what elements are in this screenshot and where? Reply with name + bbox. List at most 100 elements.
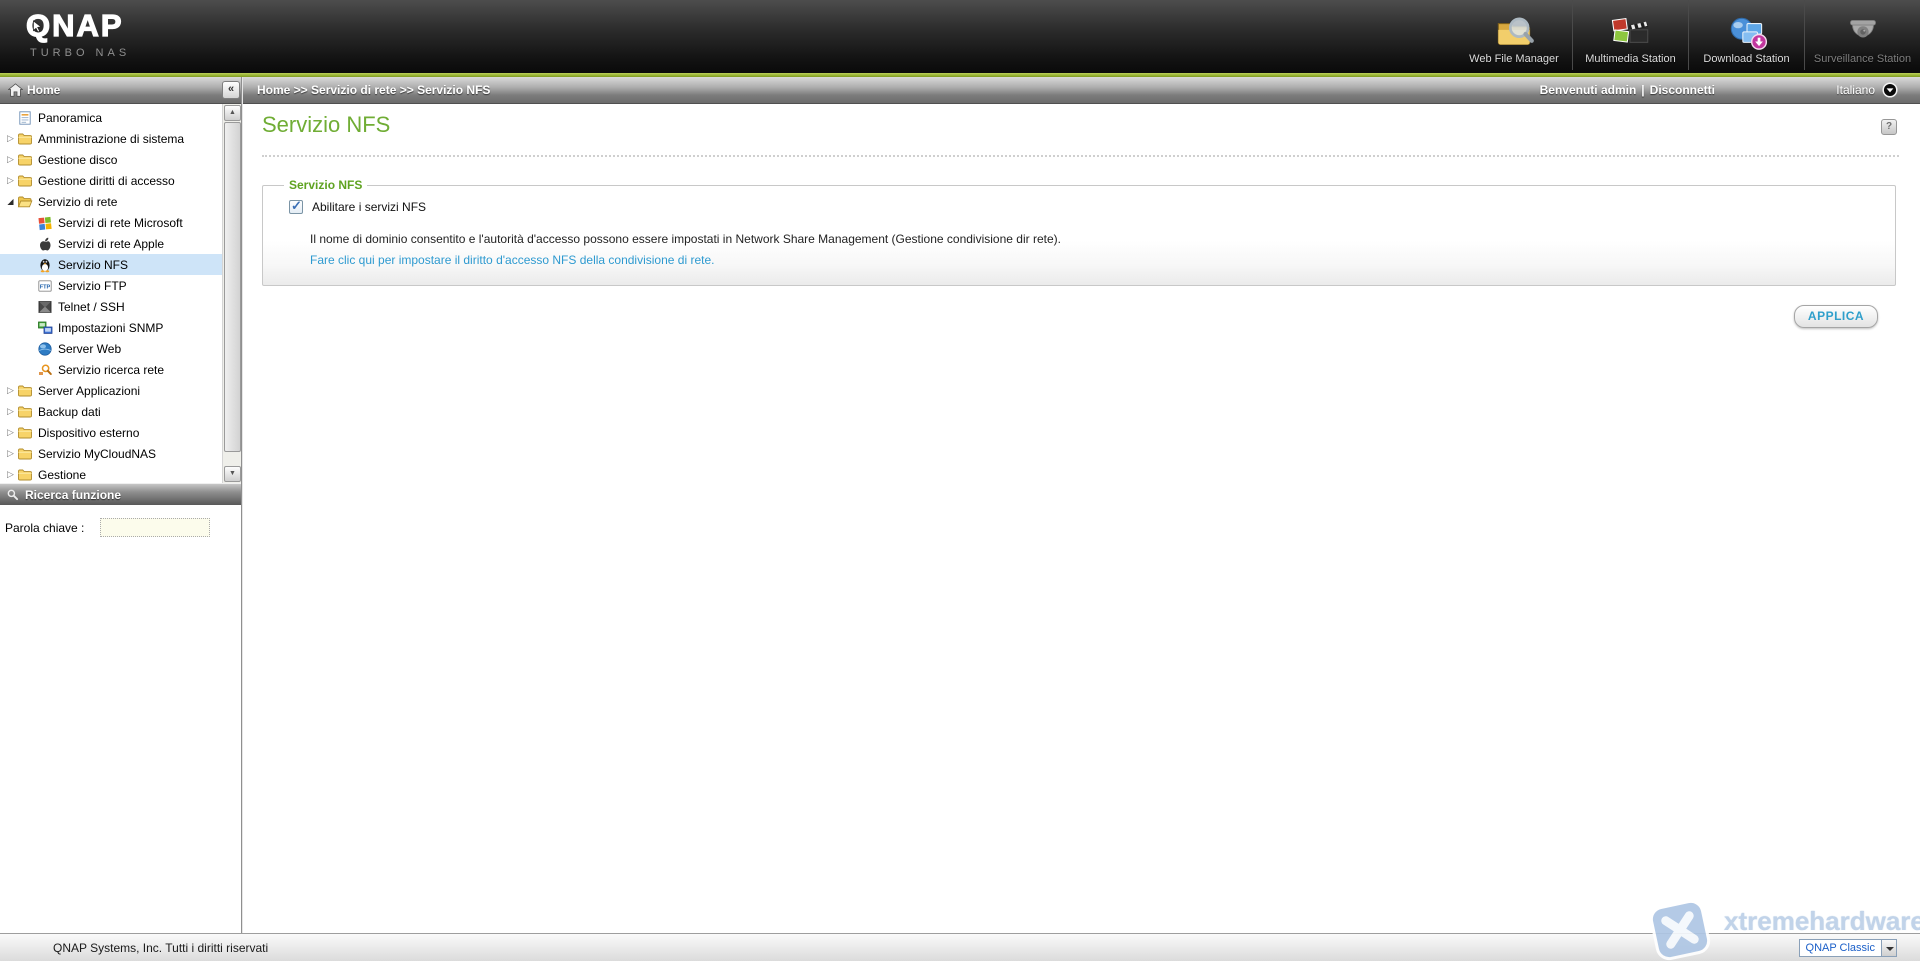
web-file-manager-icon — [1491, 16, 1537, 52]
sidebar-item-panoramica[interactable]: Panoramica — [0, 107, 222, 128]
snmp-icon — [37, 320, 53, 336]
theme-selector[interactable]: QNAP Classic — [1798, 939, 1897, 957]
language-label: Italiano — [1836, 83, 1875, 97]
breadcrumb: Home >> Servizio di rete >> Servizio NFS — [257, 83, 491, 97]
logout-link[interactable]: Disconnetti — [1650, 83, 1715, 97]
sidebar-item-gestione-diritti-di-accesso[interactable]: ▷ Gestione diritti di accesso — [0, 170, 222, 191]
surveillance-station-icon — [1840, 16, 1886, 52]
nfs-description: Il nome di dominio consentito e l'autori… — [310, 232, 1061, 246]
sidebar-item-dispositivo-esterno[interactable]: ▷ Dispositivo esterno — [0, 422, 222, 443]
sidebar-scrollbar[interactable] — [222, 104, 241, 483]
sidebar-item-server-web[interactable]: Server Web — [0, 338, 222, 359]
expander-icon[interactable]: ▷ — [4, 464, 17, 483]
page-title: Servizio NFS — [262, 112, 391, 137]
sidebar-item-gestione-disco[interactable]: ▷ Gestione disco — [0, 149, 222, 170]
sidebar-item-gestione[interactable]: ▷ Gestione — [0, 464, 222, 483]
scrollbar-thumb[interactable] — [224, 122, 241, 452]
linux-icon — [37, 257, 53, 273]
apply-button[interactable]: APPLICA — [1794, 305, 1878, 328]
station-download[interactable]: Download Station — [1688, 0, 1804, 70]
home-icon — [7, 83, 24, 100]
enable-nfs-label: Abilitare i servizi NFS — [312, 200, 427, 214]
sidebar-item-servizio-ftp[interactable]: FTP Servizio FTP — [0, 275, 222, 296]
welcome-text: Benvenuti admin — [1539, 83, 1637, 97]
folder-open-icon — [17, 194, 33, 210]
welcome-divider: | — [1641, 83, 1645, 97]
tree-item-label: Gestione diritti di accesso — [38, 173, 175, 188]
welcome-area: Benvenuti admin | Disconnetti — [1540, 83, 1715, 97]
tree-item-label: Servizio MyCloudNAS — [38, 446, 157, 461]
sidebar-item-servizio-ricerca-rete[interactable]: Servizio ricerca rete — [0, 359, 222, 380]
sidebar-item-amministrazione-di-sistema[interactable]: ▷ Amministrazione di sistema — [0, 128, 222, 149]
nfs-access-rights-link[interactable]: Fare clic qui per impostare il diritto d… — [310, 253, 714, 267]
expander-icon[interactable]: ▷ — [4, 128, 17, 149]
tree-item-label: Servizi di rete Microsoft — [58, 215, 183, 230]
tree-item-label: Impostazioni SNMP — [58, 320, 164, 335]
svg-text:FTP: FTP — [40, 284, 51, 290]
sidebar-item-server-applicazioni[interactable]: ▷ Server Applicazioni — [0, 380, 222, 401]
expander-icon[interactable]: ▷ — [4, 170, 17, 191]
sidebar-collapse-button[interactable]: « — [222, 81, 240, 99]
tree-item-label: Telnet / SSH — [58, 299, 125, 314]
sidebar-item-telnet-ssh[interactable]: Telnet / SSH — [0, 296, 222, 317]
app-header: QNAP TURBO NAS Web File Manager Multimed… — [0, 0, 1920, 73]
expander-icon[interactable]: ▷ — [4, 401, 17, 422]
cursor-icon — [32, 20, 43, 33]
expander-icon[interactable]: ▷ — [4, 422, 17, 443]
folder-icon — [17, 383, 33, 399]
keyword-search-row: Parola chiave : — [0, 505, 241, 545]
language-selector[interactable]: Italiano — [1836, 82, 1898, 98]
function-search-header: Ricerca funzione — [0, 483, 241, 505]
dropdown-arrow-icon[interactable] — [1881, 939, 1897, 957]
enable-nfs-row[interactable]: Abilitare i servizi NFS — [289, 198, 427, 214]
expander-icon[interactable]: ▷ — [4, 443, 17, 464]
chevron-down-icon[interactable] — [1882, 82, 1898, 98]
sidebar-item-servizi-di-rete-apple[interactable]: Servizi di rete Apple — [0, 233, 222, 254]
tree-item-label: Servizio FTP — [58, 278, 127, 293]
scroll-down-button[interactable] — [224, 466, 241, 482]
logo-tagline: TURBO NAS — [30, 47, 131, 59]
help-button[interactable]: ? — [1881, 119, 1897, 135]
copyright-text: QNAP Systems, Inc. Tutti i diritti riser… — [53, 941, 269, 955]
sidebar-item-servizio-mycloudnas[interactable]: ▷ Servizio MyCloudNAS — [0, 443, 222, 464]
globe-icon — [37, 341, 53, 357]
expander-icon[interactable]: ▷ — [4, 149, 17, 170]
station-multimedia[interactable]: Multimedia Station — [1572, 0, 1688, 70]
sidebar-tree: Panoramica ▷ Amministrazione di sistema … — [0, 104, 222, 483]
folder-icon — [17, 404, 33, 420]
tree-item-label: Amministrazione di sistema — [38, 131, 185, 146]
ftp-icon: FTP — [37, 278, 53, 294]
folder-icon — [17, 152, 33, 168]
footer: QNAP Systems, Inc. Tutti i diritti riser… — [0, 933, 1920, 961]
station-surveillance[interactable]: Surveillance Station — [1804, 0, 1920, 70]
station-label: Multimedia Station — [1585, 53, 1676, 65]
function-search-title: Ricerca funzione — [25, 488, 122, 502]
keyword-input[interactable] — [100, 518, 210, 537]
sidebar-item-servizio-di-rete[interactable]: ◢ Servizio di rete — [0, 191, 222, 212]
title-separator — [262, 155, 1899, 157]
tree-item-label: Dispositivo esterno — [38, 425, 140, 440]
sidebar-item-impostazioni-snmp[interactable]: Impostazioni SNMP — [0, 317, 222, 338]
expander-icon[interactable]: ▷ — [4, 380, 17, 401]
sidebar-header: Home « — [0, 77, 241, 104]
multimedia-station-icon — [1608, 16, 1654, 52]
folder-icon — [17, 173, 33, 189]
sidebar-item-servizi-di-rete-microsoft[interactable]: Servizi di rete Microsoft — [0, 212, 222, 233]
sidebar: Panoramica ▷ Amministrazione di sistema … — [0, 104, 241, 933]
station-launcher: Web File Manager Multimedia Station Down… — [1456, 0, 1920, 70]
station-label: Surveillance Station — [1813, 53, 1912, 65]
tree-item-label: Servizio NFS — [58, 257, 129, 272]
station-label: Web File Manager — [1469, 53, 1559, 65]
section-legend: Servizio NFS — [284, 178, 368, 192]
scroll-up-button[interactable] — [224, 105, 241, 121]
sidebar-item-backup-dati[interactable]: ▷ Backup dati — [0, 401, 222, 422]
apple-icon — [37, 236, 53, 252]
sidebar-item-servizio-nfs[interactable]: Servizio NFS — [0, 254, 222, 275]
folder-icon — [17, 467, 33, 483]
station-label: Download Station — [1703, 53, 1790, 65]
expander-icon[interactable]: ◢ — [4, 191, 17, 212]
folder-icon — [17, 446, 33, 462]
station-web-file-manager[interactable]: Web File Manager — [1456, 0, 1572, 70]
tree-item-label: Backup dati — [38, 404, 101, 419]
enable-nfs-checkbox[interactable] — [289, 198, 303, 214]
